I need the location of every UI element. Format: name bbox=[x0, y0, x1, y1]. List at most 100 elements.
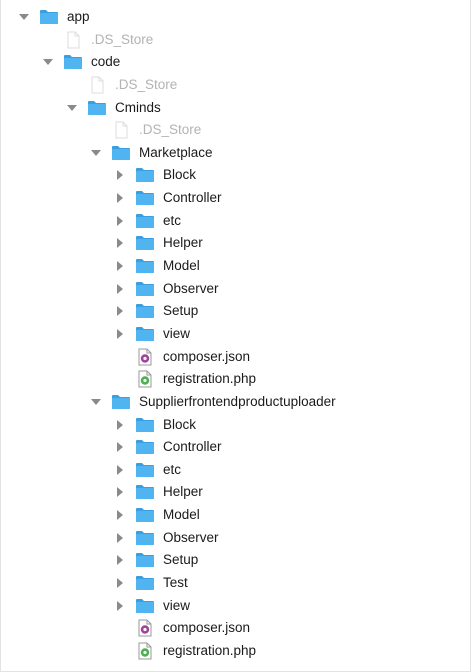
tree-row-etc[interactable]: etc bbox=[1, 459, 470, 481]
disclosure-closed-icon[interactable] bbox=[115, 578, 125, 588]
file-tree: app .DS_Store code .DS_Store Cminds .DS_Store… bbox=[0, 0, 471, 672]
disclosure-closed-icon[interactable] bbox=[115, 600, 125, 611]
tree-item-label: view bbox=[163, 325, 191, 341]
tree-row-setup[interactable]: Setup bbox=[1, 300, 470, 322]
disclosure-closed-icon[interactable] bbox=[115, 555, 125, 566]
tree-row-model[interactable]: Model bbox=[1, 504, 470, 526]
disclosure-closed-icon[interactable] bbox=[115, 464, 125, 475]
json-file-icon bbox=[135, 348, 155, 366]
tree-row-observer[interactable]: Observer bbox=[1, 527, 470, 549]
tree-item-label: Observer bbox=[163, 529, 219, 545]
disclosure-closed-icon[interactable] bbox=[115, 170, 125, 181]
disclosure-closed-icon[interactable] bbox=[115, 215, 125, 226]
tree-item-label: Controller bbox=[163, 439, 222, 455]
folder-icon bbox=[135, 574, 155, 592]
disclosure-open-icon[interactable] bbox=[43, 57, 53, 67]
folder-icon bbox=[135, 438, 155, 456]
disclosure-closed-icon[interactable] bbox=[115, 193, 125, 204]
tree-row-composer-json[interactable]: composer.json bbox=[1, 346, 470, 368]
tree-row-view[interactable]: view bbox=[1, 595, 470, 617]
tree-row-block[interactable]: Block bbox=[1, 164, 470, 186]
folder-icon bbox=[135, 597, 155, 615]
disclosure-open-icon[interactable] bbox=[91, 397, 101, 407]
tree-item-label: Block bbox=[163, 167, 197, 183]
disclosure-closed-icon[interactable] bbox=[115, 261, 125, 272]
disclosure-closed-icon[interactable] bbox=[115, 238, 125, 249]
tree-item-label: view bbox=[163, 597, 191, 613]
tree-row-supplierfrontendproductuploader[interactable]: Supplierfrontendproductuploader bbox=[1, 391, 470, 413]
tree-row-controller[interactable]: Controller bbox=[1, 436, 470, 458]
tree-row-registration-php[interactable]: registration.php bbox=[1, 368, 470, 390]
tree-item-label: .DS_Store bbox=[115, 76, 178, 92]
folder-icon bbox=[135, 234, 155, 252]
disclosure-closed-icon[interactable] bbox=[115, 487, 125, 498]
tree-row-composer-json[interactable]: composer.json bbox=[1, 617, 470, 639]
folder-icon bbox=[135, 302, 155, 320]
tree-row-cminds[interactable]: Cminds bbox=[1, 97, 470, 119]
disclosure-open-icon[interactable] bbox=[19, 12, 29, 22]
tree-row-helper[interactable]: Helper bbox=[1, 232, 470, 254]
tree-row-app[interactable]: app bbox=[1, 6, 470, 28]
folder-icon bbox=[135, 257, 155, 275]
tree-item-label: Cminds bbox=[115, 99, 161, 115]
document-icon bbox=[63, 31, 83, 49]
folder-icon bbox=[135, 551, 155, 569]
disclosure-closed-icon[interactable] bbox=[115, 510, 125, 521]
disclosure-open-icon[interactable] bbox=[67, 103, 77, 113]
disclosure-closed-icon[interactable] bbox=[115, 419, 125, 430]
document-icon bbox=[87, 76, 107, 94]
tree-item-label: composer.json bbox=[163, 620, 251, 636]
disclosure-closed-icon[interactable] bbox=[115, 306, 125, 317]
tree-row-ds-store[interactable]: .DS_Store bbox=[1, 29, 470, 51]
tree-row-ds-store[interactable]: .DS_Store bbox=[1, 119, 470, 141]
tree-row-registration-php[interactable]: registration.php bbox=[1, 640, 470, 662]
disclosure-closed-icon[interactable] bbox=[115, 532, 125, 543]
tree-item-label: composer.json bbox=[163, 348, 251, 364]
tree-item-label: Test bbox=[163, 575, 188, 590]
tree-row-etc[interactable]: etc bbox=[1, 210, 470, 232]
tree-row-view[interactable]: view bbox=[1, 323, 470, 345]
disclosure-open-icon[interactable] bbox=[91, 148, 101, 158]
tree-item-label: Block bbox=[163, 416, 197, 432]
tree-row-observer[interactable]: Observer bbox=[1, 278, 470, 300]
tree-item-label: Setup bbox=[163, 303, 199, 319]
tree-item-label: .DS_Store bbox=[91, 31, 154, 47]
tree-item-label: registration.php bbox=[163, 371, 257, 387]
php-file-icon bbox=[135, 370, 155, 388]
tree-row-helper[interactable]: Helper bbox=[1, 481, 470, 503]
tree-item-label: Observer bbox=[163, 280, 219, 296]
json-file-icon bbox=[135, 619, 155, 637]
tree-row-controller[interactable]: Controller bbox=[1, 187, 470, 209]
folder-icon bbox=[135, 280, 155, 298]
tree-item-label: Helper bbox=[163, 484, 203, 500]
folder-icon bbox=[135, 325, 155, 343]
folder-icon bbox=[135, 461, 155, 479]
tree-row-test[interactable]: Test bbox=[1, 572, 470, 594]
disclosure-closed-icon[interactable] bbox=[115, 328, 125, 339]
folder-icon bbox=[135, 529, 155, 547]
tree-item-label: registration.php bbox=[163, 642, 257, 658]
tree-item-label: app bbox=[67, 9, 90, 24]
tree-item-label: etc bbox=[163, 461, 182, 477]
php-file-icon bbox=[135, 642, 155, 660]
tree-row-model[interactable]: Model bbox=[1, 255, 470, 277]
document-icon bbox=[111, 121, 131, 139]
tree-item-label: Controller bbox=[163, 190, 222, 206]
folder-icon bbox=[87, 99, 107, 117]
tree-item-label: Setup bbox=[163, 552, 199, 568]
folder-icon bbox=[39, 8, 59, 26]
tree-row-ds-store[interactable]: .DS_Store bbox=[1, 74, 470, 96]
tree-item-label: code bbox=[91, 54, 121, 70]
tree-item-label: Marketplace bbox=[139, 144, 213, 160]
tree-row-marketplace[interactable]: Marketplace bbox=[1, 142, 470, 164]
tree-item-label: Supplierfrontendproductuploader bbox=[139, 393, 336, 409]
tree-item-label: etc bbox=[163, 212, 182, 228]
tree-item-label: Model bbox=[163, 507, 200, 523]
tree-row-setup[interactable]: Setup bbox=[1, 549, 470, 571]
disclosure-closed-icon[interactable] bbox=[115, 283, 125, 294]
disclosure-closed-icon[interactable] bbox=[115, 442, 125, 453]
tree-row-code[interactable]: code bbox=[1, 51, 470, 73]
tree-row-block[interactable]: Block bbox=[1, 414, 470, 436]
folder-icon bbox=[135, 506, 155, 524]
folder-icon bbox=[135, 416, 155, 434]
